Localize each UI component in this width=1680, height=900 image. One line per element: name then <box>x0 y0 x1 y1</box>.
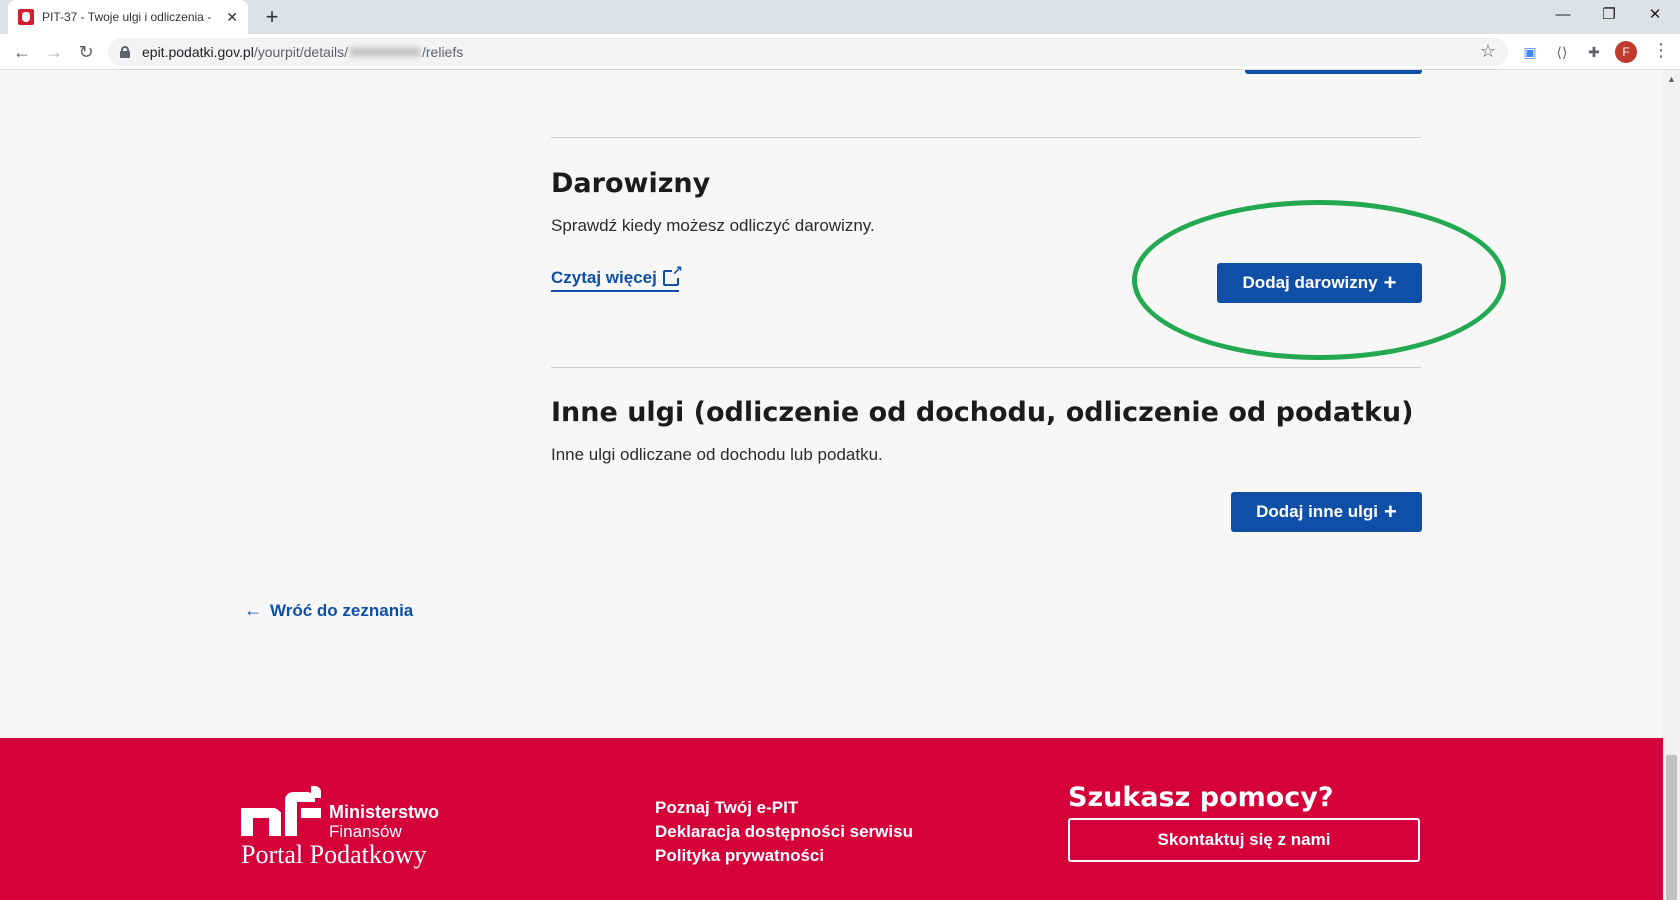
scroll-thumb[interactable] <box>1666 755 1677 900</box>
bookmark-star-icon[interactable]: ☆ <box>1480 41 1496 62</box>
tab-title: PIT-37 - Twoje ulgi i odliczenia - <box>42 10 212 24</box>
footer-links: Poznaj Twój e-PIT Deklaracja dostępności… <box>655 796 913 868</box>
browser-tab[interactable]: PIT-37 - Twoje ulgi i odliczenia - ✕ <box>8 0 248 34</box>
divider <box>551 367 1421 368</box>
logo-text-finansow: Finansów <box>329 822 402 841</box>
external-link-icon <box>662 264 683 286</box>
section-desc-darowizny: Sprawdź kiedy możesz odliczyć darowizny. <box>551 216 875 235</box>
plus-icon: + <box>1383 499 1397 524</box>
help-title: Szukasz pomocy? <box>1068 782 1334 813</box>
browser-toolbar: ← → ↻ epit.podatki.gov.pl /yourpit/detai… <box>0 34 1680 70</box>
logo-text-portal: Portal Podatkowy <box>241 840 427 869</box>
add-inne-ulgi-button[interactable]: Dodaj inne ulgi + <box>1231 492 1422 532</box>
restore-icon[interactable]: ❐ <box>1586 0 1632 30</box>
url-redacted <box>350 47 420 57</box>
scrollbar[interactable]: ▲ <box>1663 70 1680 900</box>
previous-button-edge[interactable] <box>1245 70 1422 74</box>
ministry-logo[interactable]: Ministerstwo Finansów Portal Podatkowy <box>241 782 461 872</box>
new-tab-button[interactable]: + <box>258 4 286 30</box>
page-content: Darowizny Sprawdź kiedy możesz odliczyć … <box>0 70 1663 900</box>
url-host: epit.podatki.gov.pl <box>142 44 254 60</box>
section-desc-inne-ulgi: Inne ulgi odliczane od dochodu lub podat… <box>551 445 883 464</box>
puzzle-icon[interactable]: ✚ <box>1584 42 1604 62</box>
forward-arrow-icon[interactable]: → <box>42 40 66 64</box>
divider <box>551 137 1421 138</box>
back-arrow-icon[interactable]: ← <box>10 40 34 64</box>
window-close-icon[interactable]: ✕ <box>1632 0 1678 30</box>
add-inne-ulgi-label: Dodaj inne ulgi <box>1256 502 1378 521</box>
footer-link-poznaj[interactable]: Poznaj Twój e-PIT <box>655 796 913 820</box>
footer-link-polityka[interactable]: Polityka prywatności <box>655 844 913 868</box>
mf-logo-icon <box>241 786 327 836</box>
lock-icon <box>120 46 130 58</box>
url-path-end: /reliefs <box>422 44 464 60</box>
devtools-icon[interactable]: ⟨⟩ <box>1552 42 1572 62</box>
avatar[interactable]: F <box>1615 41 1637 63</box>
address-bar[interactable]: epit.podatki.gov.pl /yourpit/details/ /r… <box>108 38 1508 66</box>
extension-icon[interactable]: ▣ <box>1520 42 1540 62</box>
logo-text-ministerstwo: Ministerstwo <box>329 802 440 822</box>
back-to-return-link[interactable]: ← Wróć do zeznania <box>244 600 413 621</box>
menu-icon[interactable]: ⋮ <box>1652 40 1670 61</box>
footer: Ministerstwo Finansów Portal Podatkowy P… <box>0 738 1663 900</box>
section-title-inne-ulgi: Inne ulgi (odliczenie od dochodu, odlicz… <box>551 397 1414 428</box>
reload-icon[interactable]: ↻ <box>74 40 98 64</box>
highlight-ring <box>1132 200 1506 360</box>
close-icon[interactable]: ✕ <box>226 9 238 26</box>
section-title-darowizny: Darowizny <box>551 168 711 199</box>
read-more-link[interactable]: Czytaj więcej <box>551 264 683 292</box>
read-more-label: Czytaj więcej <box>551 268 657 287</box>
back-link-label: Wróć do zeznania <box>270 600 414 620</box>
browser-tabbar: PIT-37 - Twoje ulgi i odliczenia - ✕ + —… <box>0 0 1680 34</box>
contact-button[interactable]: Skontaktuj się z nami <box>1068 818 1420 862</box>
scroll-up-icon[interactable]: ▲ <box>1667 74 1676 84</box>
minimize-icon[interactable]: — <box>1540 0 1586 30</box>
arrow-left-icon: ← <box>244 600 262 620</box>
url-path: /yourpit/details/ <box>253 44 348 60</box>
favicon-icon <box>18 9 34 25</box>
footer-link-deklaracja[interactable]: Deklaracja dostępności serwisu <box>655 820 913 844</box>
